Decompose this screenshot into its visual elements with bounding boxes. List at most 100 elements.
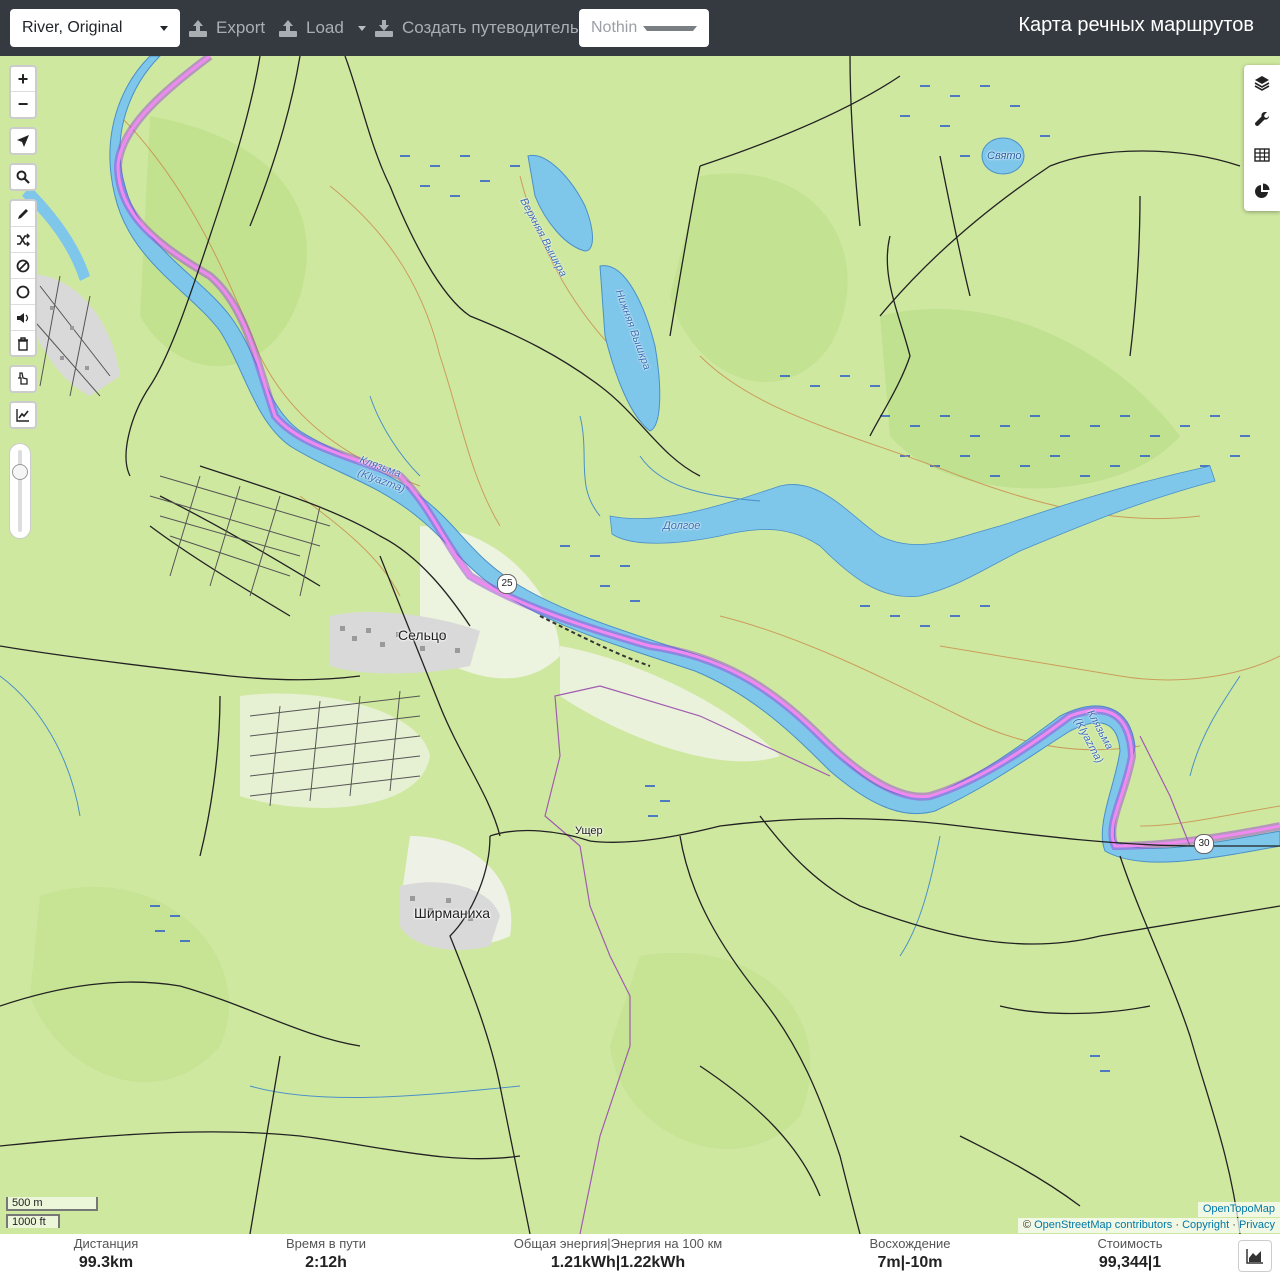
stat-value: 1.22: [620, 1254, 652, 1271]
osm-contributors-link[interactable]: OpenStreetMap contributors: [1034, 1219, 1172, 1231]
elevation-control: [9, 401, 37, 429]
profile-select-value: River, Original: [22, 19, 123, 36]
delete-route-button[interactable]: [11, 331, 35, 357]
stat-label: Дистанция: [73, 1236, 139, 1251]
copyright-symbol: ©: [1022, 1219, 1032, 1231]
pointer-button[interactable]: [11, 367, 35, 391]
map-tiles: [0, 56, 1280, 1234]
place-label: Ущер: [575, 825, 603, 837]
chevron-down-icon: [160, 25, 168, 31]
stat-value: 1.21: [550, 1254, 582, 1271]
pointer-icon: [18, 372, 28, 385]
selection-value: Nothing selected: [591, 19, 637, 36]
lake-label: Свято: [987, 150, 1022, 162]
slider-track: [18, 450, 22, 532]
route-shield: 30: [1194, 834, 1214, 854]
table-icon: [1254, 148, 1270, 162]
place-label: Сельцо: [398, 627, 447, 643]
wrench-icon: [1254, 112, 1269, 127]
zoom-in-button[interactable]: +: [11, 67, 35, 92]
separator: ·: [1232, 1219, 1236, 1231]
circle-area-button[interactable]: [11, 279, 35, 305]
stat-label: Стоимость: [1097, 1236, 1163, 1251]
create-guide-button[interactable]: Создать путеводитель: [374, 14, 579, 42]
stat-unit: kWh: [651, 1254, 686, 1271]
opentopomap-link[interactable]: OpenTopoMap: [1203, 1203, 1275, 1215]
stat-value: -10: [905, 1254, 929, 1271]
stat-value: 2:12: [305, 1254, 338, 1271]
stat-cost: Стоимость 99,344|1: [1075, 1237, 1185, 1275]
stat-energy: Общая энергия|Энергия на 100 км 1.21kWh|…: [500, 1237, 736, 1275]
stat-distance: Дистанция 99.3km: [50, 1237, 162, 1275]
stat-value: 99,344: [1098, 1254, 1148, 1271]
layers-icon: [1254, 76, 1270, 91]
copyright-link[interactable]: Copyright: [1182, 1219, 1229, 1231]
trash-icon: [18, 337, 28, 351]
locate-control: [9, 127, 37, 155]
route-stats-bar: Дистанция 99.3km Время в пути 2:12h Обща…: [0, 1234, 1280, 1280]
elevation-chart-toggle-button[interactable]: [1238, 1240, 1272, 1272]
route-shield: 25: [497, 574, 517, 594]
statistics-button[interactable]: [1244, 173, 1280, 209]
opacity-slider[interactable]: [9, 443, 31, 539]
stat-label: Время в пути: [286, 1236, 366, 1251]
area-chart-icon: [1246, 1249, 1263, 1264]
top-navbar: River, Original Export Load Создать путе…: [0, 0, 1280, 56]
map-canvas[interactable]: Сельцо Ширманиха Ущер Верхняя Вышкра Ниж…: [0, 56, 1280, 1234]
shuffle-button[interactable]: [11, 227, 35, 253]
stat-label: Восхождение: [869, 1236, 951, 1251]
pointer-control: [9, 365, 37, 393]
scale-imperial: 1000 ft: [6, 1214, 60, 1228]
export-button[interactable]: Export: [188, 14, 265, 42]
no-entry-icon: [16, 259, 30, 272]
locate-button[interactable]: [11, 129, 35, 153]
elevation-chart-icon: [16, 409, 29, 422]
layers-button[interactable]: [1244, 65, 1280, 101]
chevron-down-icon: [357, 25, 366, 31]
privacy-link[interactable]: Privacy: [1239, 1219, 1275, 1231]
export-label: Export: [216, 18, 266, 37]
draw-icon: [18, 208, 28, 219]
chevron-down-icon: [643, 25, 697, 31]
circle-icon: [16, 285, 30, 298]
zoom-control: + −: [9, 65, 37, 119]
stat-unit: km: [110, 1254, 134, 1271]
stat-ascent: Восхождение 7m|-10m: [850, 1237, 970, 1275]
search-control: [9, 163, 37, 191]
upload-icon: [189, 20, 207, 37]
separator: ·: [1175, 1219, 1179, 1231]
osm-attribution: © OpenStreetMap contributors · Copyright…: [1017, 1218, 1280, 1233]
settings-button[interactable]: [1244, 101, 1280, 137]
table-button[interactable]: [1244, 137, 1280, 173]
stat-unit: m: [928, 1254, 943, 1271]
scale-metric: 500 m: [6, 1197, 98, 1211]
load-button[interactable]: Load: [278, 14, 366, 42]
search-button[interactable]: [11, 165, 35, 189]
profile-select[interactable]: River, Original: [10, 9, 180, 47]
zoom-out-button[interactable]: −: [11, 92, 35, 117]
tile-attribution: OpenTopoMap: [1197, 1202, 1280, 1217]
stat-unit: m: [886, 1254, 901, 1271]
pie-chart-icon: [1255, 183, 1270, 198]
upload-icon: [279, 20, 297, 37]
app-title: Карта речных маршрутов: [1018, 14, 1254, 36]
locate-icon: [17, 135, 29, 147]
stat-time: Время в пути 2:12h: [266, 1237, 386, 1275]
create-guide-label: Создать путеводитель: [402, 18, 579, 37]
sound-icon: [17, 312, 29, 323]
draw-toolbar: [9, 199, 37, 357]
voice-hint-button[interactable]: [11, 305, 35, 331]
stat-unit: h: [337, 1254, 347, 1271]
selection-dropdown[interactable]: Nothing selected: [579, 9, 709, 47]
search-icon: [16, 170, 30, 184]
load-label: Load: [306, 18, 344, 37]
elevation-profile-button[interactable]: [11, 403, 35, 427]
download-icon: [375, 20, 393, 37]
stat-label: Общая энергия|Энергия на 100 км: [513, 1236, 723, 1251]
no-go-area-button[interactable]: [11, 253, 35, 279]
draw-route-button[interactable]: [11, 201, 35, 227]
stat-unit: kWh: [581, 1254, 616, 1271]
slider-handle[interactable]: [12, 464, 28, 480]
right-sidebar-tabs: [1244, 65, 1280, 211]
place-label: Ширманиха: [414, 905, 491, 921]
